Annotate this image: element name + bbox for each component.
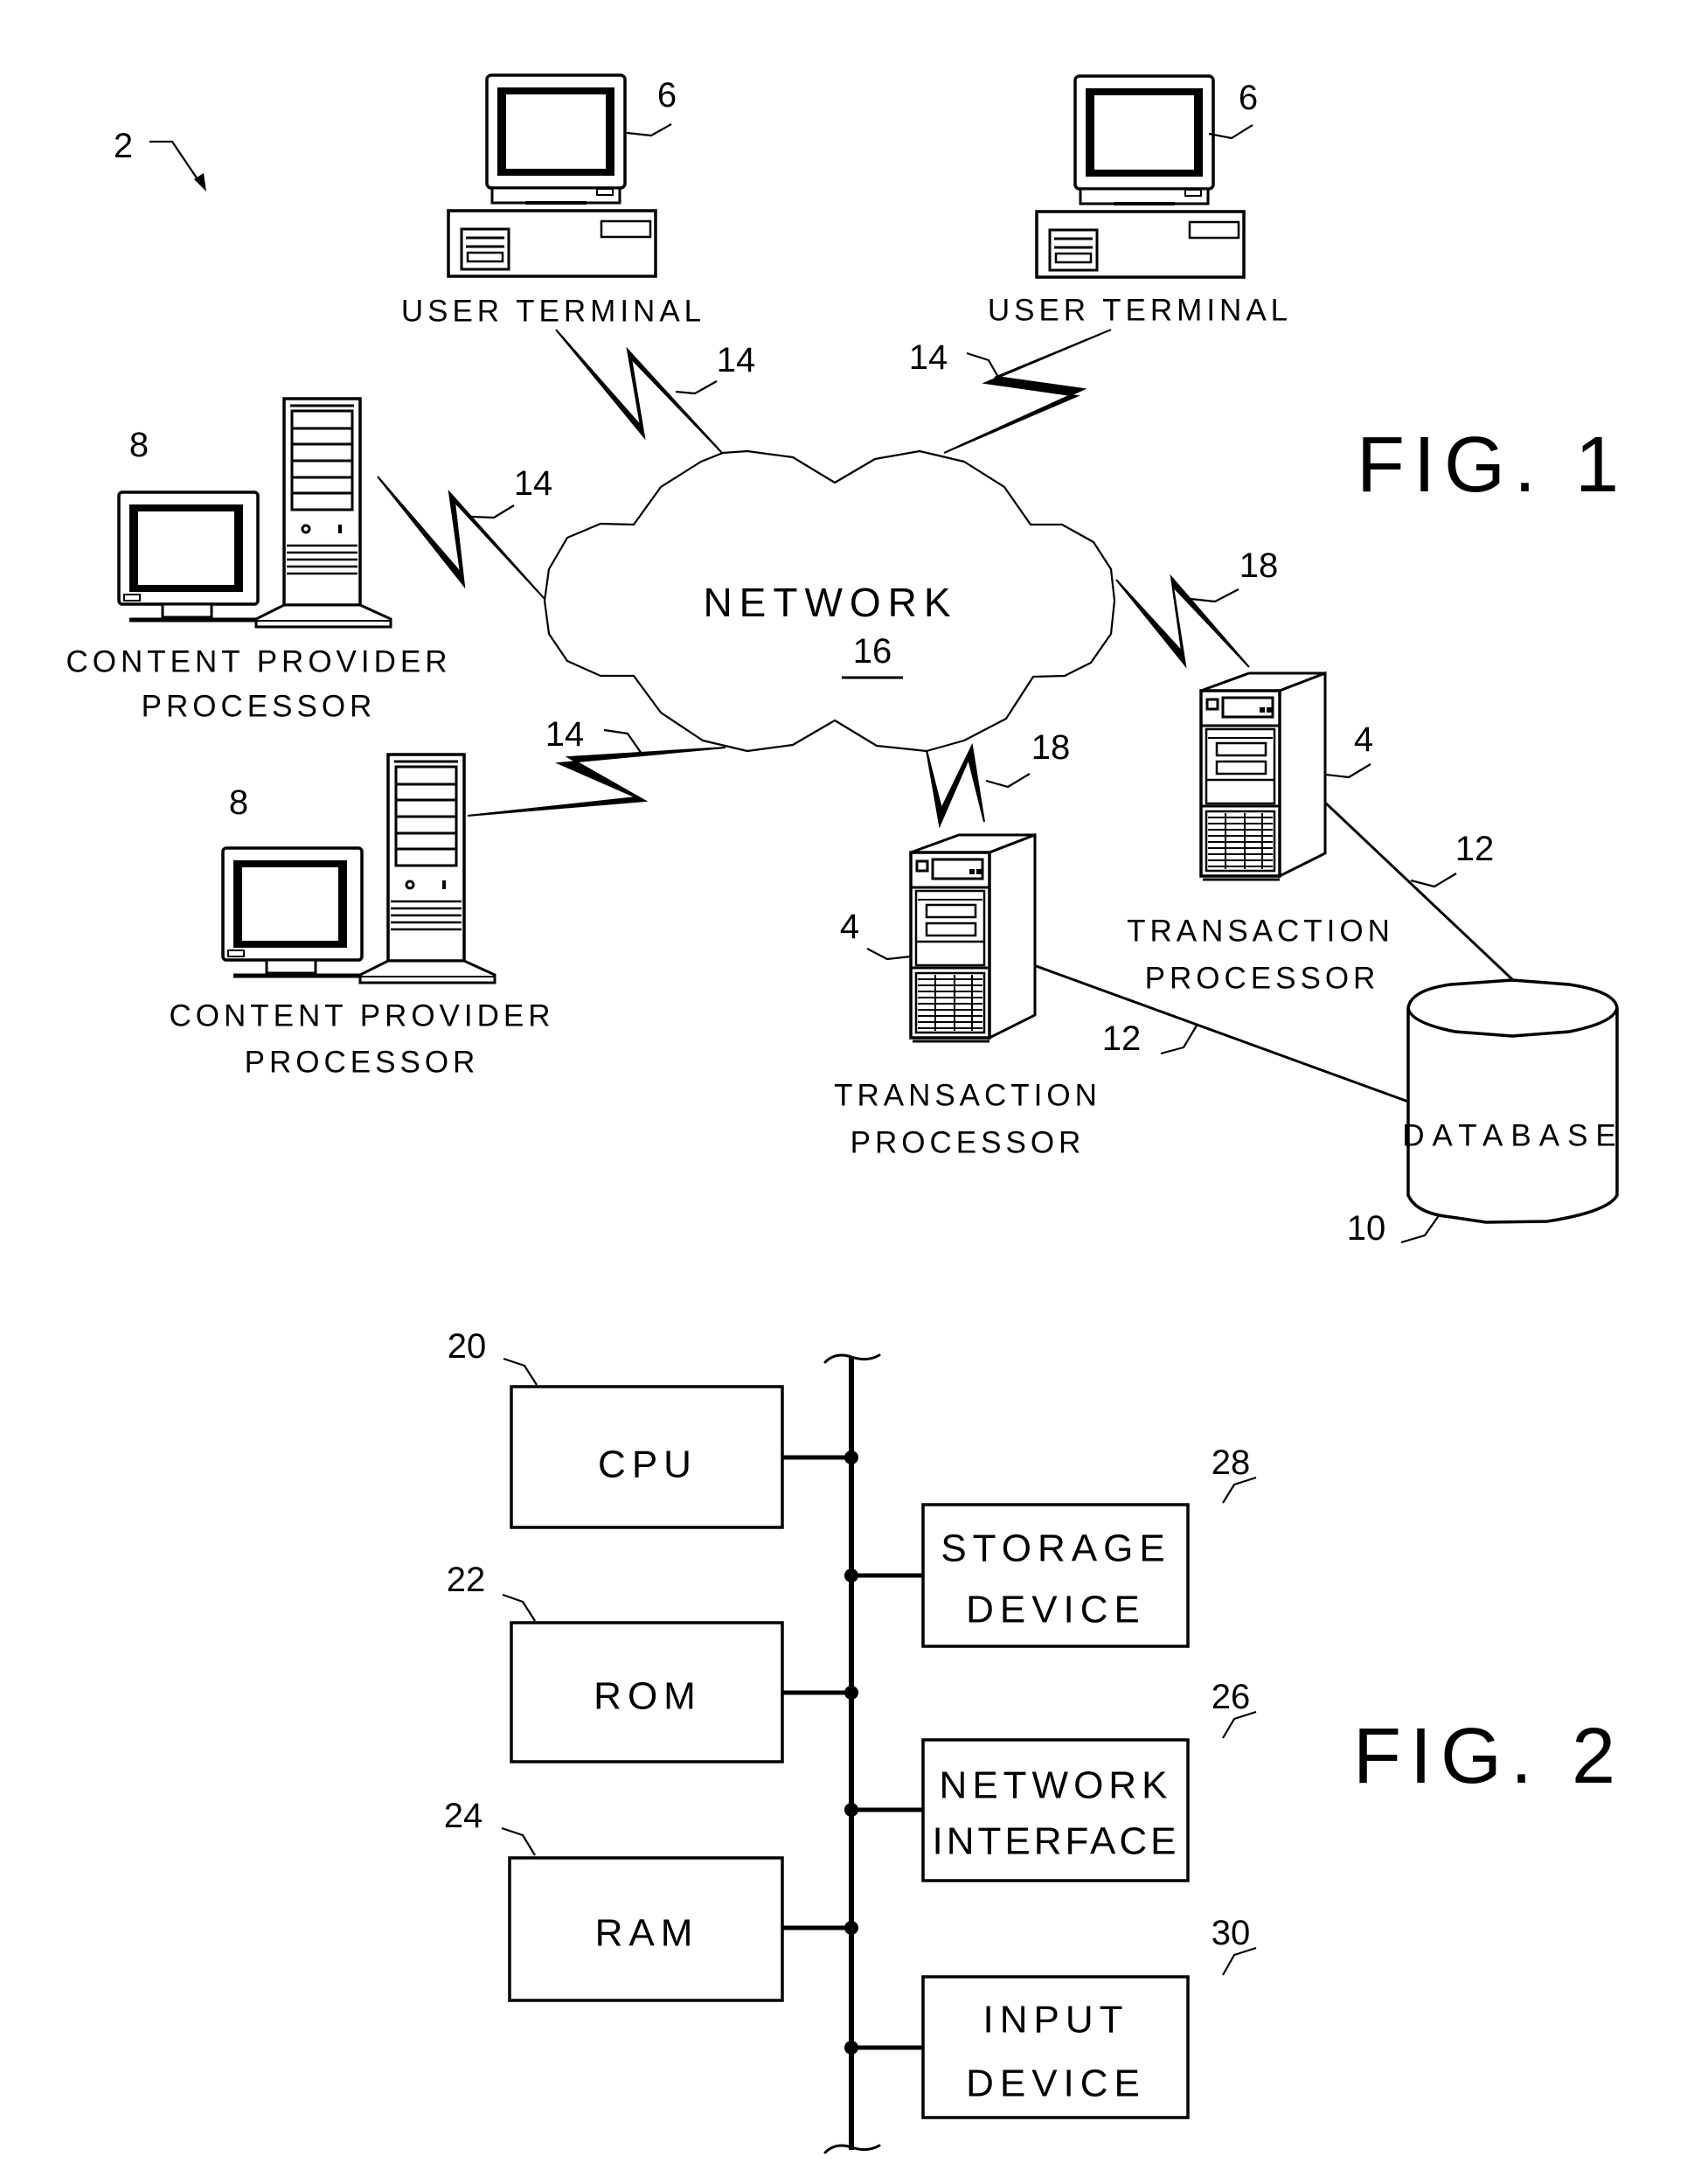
patent-drawing-sheet: 2 NETWORK 16 USER TERMINAL 6 14 USER TER…	[66, 73, 1628, 2154]
server-icon	[909, 833, 1037, 1043]
ref-leader-line	[502, 1593, 536, 1622]
link-ref-number: 14	[909, 338, 948, 377]
content-provider-label-line2: PROCESSOR	[245, 1046, 480, 1080]
ref-leader-line	[966, 351, 1000, 379]
user-terminal-label: USER TERMINAL	[988, 294, 1292, 328]
ram-label: RAM	[595, 1912, 699, 1955]
input-device-label-line1: INPUT	[983, 1999, 1129, 2041]
ref-leader-line	[626, 123, 672, 137]
content-provider-processor-2: CONTENT PROVIDER PROCESSOR 8 14	[169, 715, 726, 1080]
desktop-computer-icon	[1035, 74, 1246, 279]
network-cloud: NETWORK 16	[543, 449, 1116, 753]
ref-leader-line	[985, 773, 1031, 789]
rom-ref-number: 22	[447, 1561, 486, 1599]
content-provider-processor-1: CONTENT PROVIDER PROCESSOR 8 14	[66, 399, 552, 724]
content-provider-label-line1: CONTENT PROVIDER	[66, 645, 451, 679]
link-ref-number: 18	[1239, 546, 1279, 585]
wireless-link-bolt-icon	[943, 329, 1112, 454]
content-provider-label-line2: PROCESSOR	[142, 690, 377, 724]
transaction-processor-label-line2: PROCESSOR	[1145, 962, 1380, 996]
input-device-label-line2: DEVICE	[966, 2062, 1146, 2105]
figure-2-title: FIG. 2	[1353, 1713, 1624, 1800]
database-cylinder-icon	[1406, 1008, 1619, 1224]
server-icon	[1199, 671, 1327, 881]
storage-ref-number: 28	[1212, 1443, 1251, 1482]
user-terminal-2: USER TERMINAL 6 14	[909, 74, 1292, 454]
link-ref-number: 14	[717, 341, 756, 379]
figure-1: 2 NETWORK 16 USER TERMINAL 6 14 USER TER…	[66, 73, 1628, 1248]
ref-leader-line	[675, 380, 718, 395]
figure-1-title: FIG. 1	[1357, 421, 1628, 509]
cpu-block: CPU 20	[448, 1327, 858, 1529]
wireless-link-bolt-icon	[1115, 574, 1250, 669]
system-ref-arrow	[149, 140, 206, 191]
network-ref-number: 16	[853, 632, 892, 671]
ref-leader-line	[470, 504, 515, 519]
ref-leader-line	[1160, 1025, 1198, 1055]
network-interface-block: NETWORK INTERFACE 26	[844, 1678, 1257, 1882]
ref-leader-line	[503, 1357, 538, 1386]
ref-leader-line	[1410, 873, 1457, 888]
rom-block: ROM 22	[447, 1561, 858, 1763]
cpu-label: CPU	[598, 1443, 698, 1486]
link-ref-number: 14	[545, 715, 585, 754]
ref-leader-line	[603, 728, 642, 755]
ref-leader-line	[866, 948, 912, 961]
user-terminal-1: USER TERMINAL 6 14	[401, 73, 756, 455]
db-link-ref-number: 12	[1102, 1019, 1142, 1058]
network-label: NETWORK	[703, 580, 957, 625]
database-cylinder-top	[1406, 978, 1619, 1038]
wireless-link-bolt-icon	[467, 747, 726, 817]
link-ref-number: 14	[514, 464, 553, 503]
transaction-processor-2: TRANSACTION PROCESSOR 4 18 12	[1115, 546, 1495, 996]
transaction-processor-label-line1: TRANSACTION	[1127, 915, 1394, 949]
ram-block: RAM 24	[444, 1797, 858, 2002]
bus-junction-dot	[844, 1568, 858, 1582]
network-interface-ref-number: 26	[1212, 1678, 1251, 1716]
input-device-ref-number: 30	[1212, 1914, 1251, 1952]
bus-junction-dot	[844, 1686, 858, 1700]
link-ref-number: 18	[1031, 728, 1071, 767]
database-ref-number: 10	[1347, 1209, 1386, 1248]
user-terminal-ref-number: 6	[1239, 79, 1258, 117]
database-link-line	[1306, 784, 1516, 983]
content-provider-ref-number: 8	[229, 783, 248, 822]
user-terminal-ref-number: 6	[657, 76, 677, 115]
workstation-tower-icon	[119, 399, 391, 627]
workstation-tower-icon	[223, 755, 495, 983]
content-provider-label-line1: CONTENT PROVIDER	[169, 999, 554, 1033]
system-bus	[823, 1353, 881, 2154]
storage-device-block: STORAGE DEVICE 28	[844, 1443, 1257, 1648]
system-ref-number: 2	[114, 127, 133, 165]
db-link-ref-number: 12	[1455, 830, 1495, 868]
bus-junction-dot	[844, 1921, 858, 1935]
content-provider-ref-number: 8	[129, 426, 149, 464]
ref-leader-line	[1190, 588, 1239, 603]
figure-2: CPU 20 ROM 22 RAM 24 STORAGE DEVICE 28 N…	[444, 1327, 1624, 2154]
rom-label: ROM	[594, 1675, 702, 1718]
cpu-ref-number: 20	[448, 1327, 487, 1366]
storage-label-line1: STORAGE	[941, 1527, 1170, 1570]
database-label: DATABASE	[1402, 1119, 1624, 1153]
storage-label-line2: DEVICE	[966, 1589, 1146, 1631]
transaction-processor-ref-number: 4	[840, 908, 859, 946]
bus-junction-dot	[844, 1450, 858, 1464]
ref-leader-line	[1400, 1214, 1441, 1244]
input-device-block: INPUT DEVICE 30	[844, 1914, 1257, 2119]
transaction-processor-label-line2: PROCESSOR	[851, 1126, 1086, 1160]
bus-junction-dot	[844, 1803, 858, 1817]
network-interface-label-line1: NETWORK	[940, 1764, 1173, 1807]
user-terminal-label: USER TERMINAL	[401, 295, 705, 329]
desktop-computer-icon	[447, 73, 657, 278]
transaction-processor-label-line1: TRANSACTION	[834, 1079, 1101, 1113]
ram-ref-number: 24	[444, 1797, 483, 1835]
transaction-processor-ref-number: 4	[1354, 720, 1373, 759]
network-interface-label-line2: INTERFACE	[933, 1820, 1180, 1863]
ref-leader-line	[1325, 763, 1371, 779]
bus-junction-dot	[844, 2041, 858, 2055]
ref-leader-line	[501, 1826, 536, 1856]
database: DATABASE 10	[1347, 978, 1624, 1248]
wireless-link-bolt-icon	[926, 742, 985, 829]
ref-leader-line	[1208, 124, 1253, 140]
